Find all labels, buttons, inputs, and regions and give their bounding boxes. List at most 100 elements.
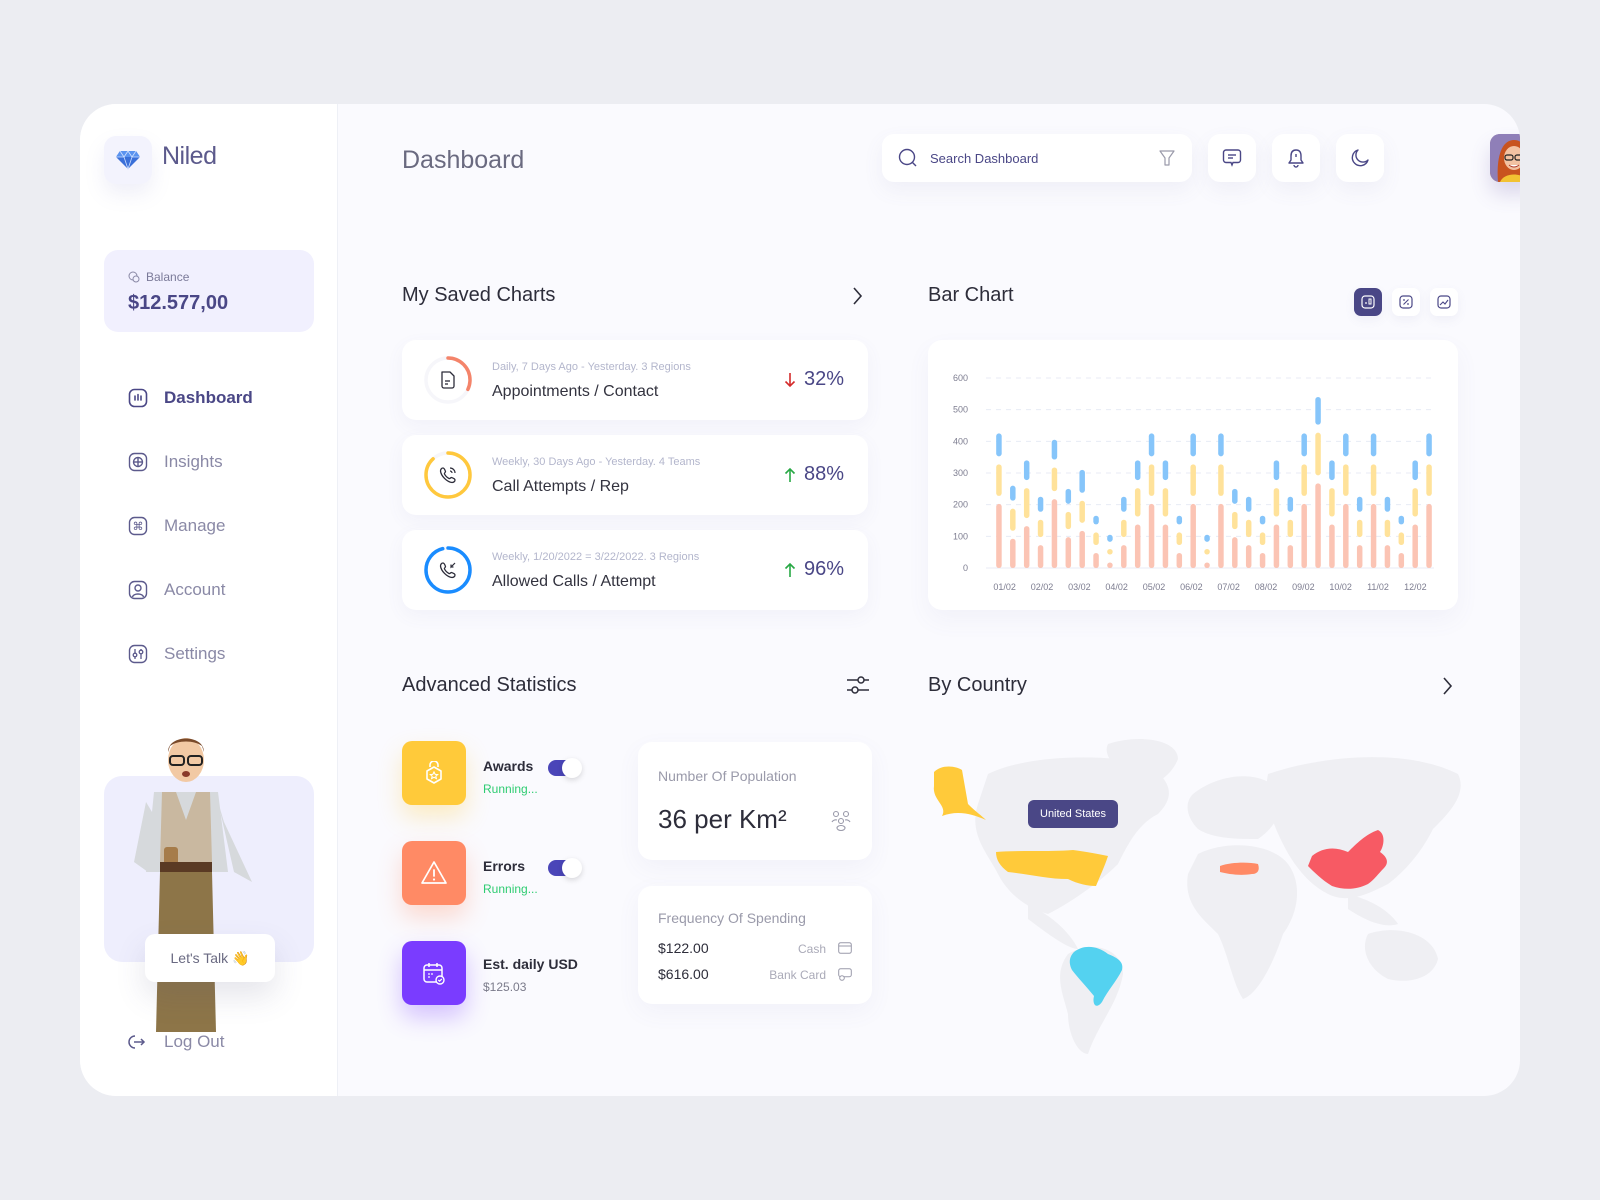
bar-segment-pink — [1245, 545, 1252, 568]
percent-icon — [1399, 295, 1413, 309]
theme-toggle-button[interactable] — [1336, 134, 1384, 182]
saved-chart-name: Appointments / Contact — [492, 383, 659, 400]
bar-segment-blue — [1426, 433, 1432, 457]
spending-amount-card: $616.00 — [658, 966, 709, 982]
percent-value: 96% — [803, 558, 844, 580]
chevron-right-icon[interactable] — [1440, 676, 1454, 696]
bar-segment-pink — [1093, 553, 1099, 568]
percent-value: 88% — [803, 463, 844, 485]
search-input[interactable] — [930, 150, 1146, 166]
bar-segment-yellow — [1398, 532, 1405, 545]
sidebar-item-insights[interactable]: Insights — [128, 430, 253, 494]
warning-icon — [421, 861, 447, 884]
bar-segment-blue — [1384, 496, 1391, 512]
x-tick-label: 12/02 — [1404, 582, 1427, 592]
search-icon — [898, 148, 917, 167]
awards-toggle[interactable] — [548, 758, 582, 778]
sidebar: Niled Balance $12.577,00 Dashboard Insig… — [80, 104, 338, 1096]
saved-chart-card[interactable]: Daily, 7 Days Ago - Yesterday. 3 Regions… — [402, 340, 868, 420]
messages-button[interactable] — [1208, 134, 1256, 182]
filter-icon[interactable] — [1158, 149, 1176, 167]
bar-chart: 0 100 200 300 400 500 600 01/02 02/02 03/02 04/02 0… — [953, 373, 1434, 592]
x-tick-label: 04/02 — [1105, 582, 1128, 592]
bar-segment-pink — [1218, 503, 1224, 568]
bar-segment-yellow — [1079, 500, 1085, 523]
logo[interactable] — [104, 136, 152, 184]
sidebar-item-settings[interactable]: Settings — [128, 622, 253, 686]
awards-label: Awards — [483, 758, 534, 774]
bar-segment-blue — [1121, 496, 1127, 512]
awards-tile[interactable] — [402, 741, 466, 805]
bar-segment-yellow — [1107, 549, 1113, 555]
x-tick-label: 03/02 — [1068, 582, 1091, 592]
bar-segment-pink — [1079, 530, 1085, 568]
chevron-right-icon[interactable] — [850, 286, 864, 306]
main-content: Dashboard My Saved Charts Daily, 7 Days … — [338, 104, 1520, 1096]
avatar[interactable] — [1490, 134, 1520, 182]
character-illustration — [134, 738, 252, 1032]
chart-type-percent-button[interactable] — [1392, 288, 1420, 316]
saved-chart-card[interactable]: Weekly, 1/20/2022 = 3/22/2022. 3 Regions… — [402, 530, 868, 610]
bar-segment-blue — [1162, 460, 1169, 481]
chart-type-image-button[interactable] — [1430, 288, 1458, 316]
chart-type-bar-button[interactable] — [1354, 288, 1382, 316]
bar-segment-pink — [1148, 503, 1155, 568]
arrow-down-icon — [784, 372, 796, 387]
saved-chart-name: Call Attempts / Rep — [492, 478, 629, 495]
bar-segment-pink — [1162, 524, 1169, 568]
world-map: United States — [928, 734, 1468, 1054]
sidebar-item-account[interactable]: Account — [128, 558, 253, 622]
bar-segment-blue — [1343, 433, 1349, 457]
arrow-up-icon — [784, 467, 796, 482]
coin-icon — [128, 271, 140, 283]
bar-segment-blue — [1329, 460, 1335, 481]
notifications-button[interactable] — [1272, 134, 1320, 182]
insights-icon — [128, 452, 148, 472]
bar-segment-yellow — [1051, 467, 1058, 492]
bar-segment-blue — [1398, 515, 1405, 525]
bar-segment-pink — [1010, 538, 1016, 568]
spending-amount-cash: $122.00 — [658, 940, 709, 956]
bar-segment-pink — [1023, 526, 1030, 568]
bar-segment-pink — [1134, 524, 1141, 568]
saved-chart-card[interactable]: Weekly, 30 Days Ago - Yesterday. 4 Teams… — [402, 435, 868, 515]
logout-button[interactable]: Log Out — [128, 1032, 225, 1052]
saved-chart-name: Allowed Calls / Attempt — [492, 573, 656, 590]
bar-segment-yellow — [1329, 488, 1335, 517]
command-icon: ⌘ — [128, 516, 148, 536]
sidebar-item-dashboard[interactable]: Dashboard — [128, 366, 253, 430]
daily-usd-tile[interactable] — [402, 941, 466, 1005]
bar-segment-yellow — [1204, 549, 1210, 555]
adjustments-icon[interactable] — [846, 674, 870, 696]
bar-segment-pink — [1204, 562, 1210, 568]
map-southeast-asia — [1348, 894, 1398, 926]
bar-segment-yellow — [1037, 519, 1044, 538]
advanced-stats-title: Advanced Statistics — [402, 674, 577, 696]
bar-segment-yellow — [1259, 532, 1266, 545]
errors-tile[interactable] — [402, 841, 466, 905]
search-bar[interactable] — [882, 134, 1192, 182]
bar-segment-blue — [996, 433, 1002, 457]
bar-segment-blue — [1107, 534, 1113, 542]
bar-segment-blue — [1287, 496, 1294, 512]
avatar-image — [1490, 134, 1520, 182]
bar-segment-yellow — [996, 464, 1002, 496]
y-tick-label: 0 — [963, 563, 968, 573]
map-country-turkey[interactable] — [1220, 862, 1259, 875]
bar-segment-yellow — [1412, 488, 1418, 517]
x-tick-label: 06/02 — [1180, 582, 1203, 592]
bar-segment-blue — [1093, 515, 1099, 525]
bar-segment-pink — [1190, 503, 1196, 568]
sidebar-item-manage[interactable]: ⌘ Manage — [128, 494, 253, 558]
bar-segment-yellow — [1218, 464, 1224, 496]
population-label: Number Of Population — [658, 768, 797, 784]
bar-segment-yellow — [1023, 488, 1030, 519]
errors-toggle[interactable] — [548, 858, 582, 878]
bar-segment-pink — [1412, 524, 1418, 568]
by-country-title: By Country — [928, 674, 1027, 696]
daily-usd-label: Est. daily USD — [483, 956, 578, 972]
lets-talk-button[interactable]: Let's Talk 👋 — [145, 934, 275, 982]
x-tick-label: 11/02 — [1367, 582, 1389, 592]
spending-method-cash: Cash — [797, 942, 826, 956]
bar-segment-pink — [1121, 545, 1127, 568]
